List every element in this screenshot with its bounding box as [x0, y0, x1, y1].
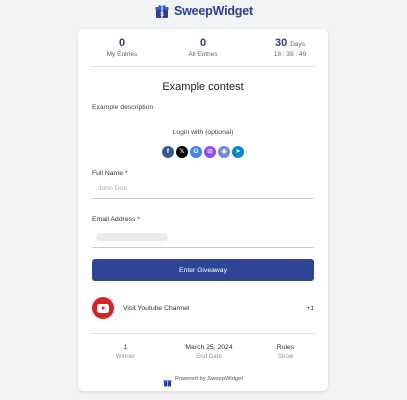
winners-count: 1 — [123, 344, 128, 351]
powered-by[interactable]: Powered by SweepWidget — [78, 374, 328, 387]
end-date-label: End Date — [196, 353, 222, 360]
enter-giveaway-button[interactable]: Enter Giveaway — [92, 259, 314, 281]
rules-show-link[interactable]: Show — [268, 352, 303, 361]
stats-divider — [90, 66, 316, 67]
discord-icon[interactable]: ◉ — [218, 146, 230, 158]
actions-divider — [90, 333, 316, 334]
twitch-icon[interactable]: ⊡ — [204, 146, 216, 158]
footer-stats: 1 Winner March 25, 2024 End Date Rules S… — [78, 343, 328, 365]
countdown-unit: Days — [290, 41, 306, 48]
email-value-redacted — [96, 233, 168, 241]
action-label: Visit Youtube Channel — [123, 304, 190, 312]
end-date-value: March 25, 2024 — [185, 344, 233, 351]
login-label: Login with (optional) — [172, 129, 234, 136]
contest-title: Example contest — [162, 81, 244, 93]
telegram-icon[interactable]: ➤ — [232, 146, 244, 158]
gift-icon: S — [154, 3, 170, 19]
action-visit-youtube[interactable]: Visit Youtube Channel +1 — [92, 297, 314, 319]
countdown-days: 30 — [274, 37, 288, 49]
contest-description: Example description — [92, 104, 154, 111]
all-entries-count: 0 — [199, 37, 207, 49]
my-entries-stat: 0 My Entries — [98, 37, 146, 59]
countdown-stat: 30 Days 18 : 39 : 49 — [260, 37, 320, 59]
rules-link[interactable]: Rules Show — [268, 343, 303, 361]
x-icon[interactable]: 𝕏 — [176, 146, 188, 158]
email-label: Email Address * — [92, 216, 140, 223]
winners-label: Winner — [115, 353, 136, 360]
social-login-row: f 𝕏 G ⊡ ◉ ➤ — [78, 146, 328, 158]
youtube-icon — [92, 297, 114, 319]
rules-label: Rules — [276, 344, 295, 351]
my-entries-label: My Entries — [106, 51, 138, 58]
end-date-stat: March 25, 2024 End Date — [173, 343, 245, 361]
facebook-icon[interactable]: f — [162, 146, 174, 158]
powered-by-text: Powered by SweepWidget — [175, 375, 243, 382]
all-entries-label: All Entries — [188, 51, 218, 58]
all-entries-stat: 0 All Entries — [178, 37, 228, 59]
full-name-label: Full Name * — [92, 170, 128, 177]
action-points: +1 — [306, 304, 314, 312]
brand-logo: S SweepWidget — [0, 3, 407, 19]
countdown-time: 18 : 39 : 49 — [273, 51, 307, 58]
full-name-input[interactable] — [92, 179, 314, 199]
brand-name: SweepWidget — [174, 4, 253, 18]
google-icon[interactable]: G — [190, 146, 202, 158]
giveaway-card: 0 My Entries 0 All Entries 30 Days 18 : … — [78, 29, 328, 391]
my-entries-count: 0 — [118, 37, 126, 49]
winners-stat: 1 Winner — [103, 343, 148, 361]
entry-stats: 0 My Entries 0 All Entries 30 Days 18 : … — [78, 37, 328, 61]
sweepwidget-icon — [163, 374, 172, 387]
